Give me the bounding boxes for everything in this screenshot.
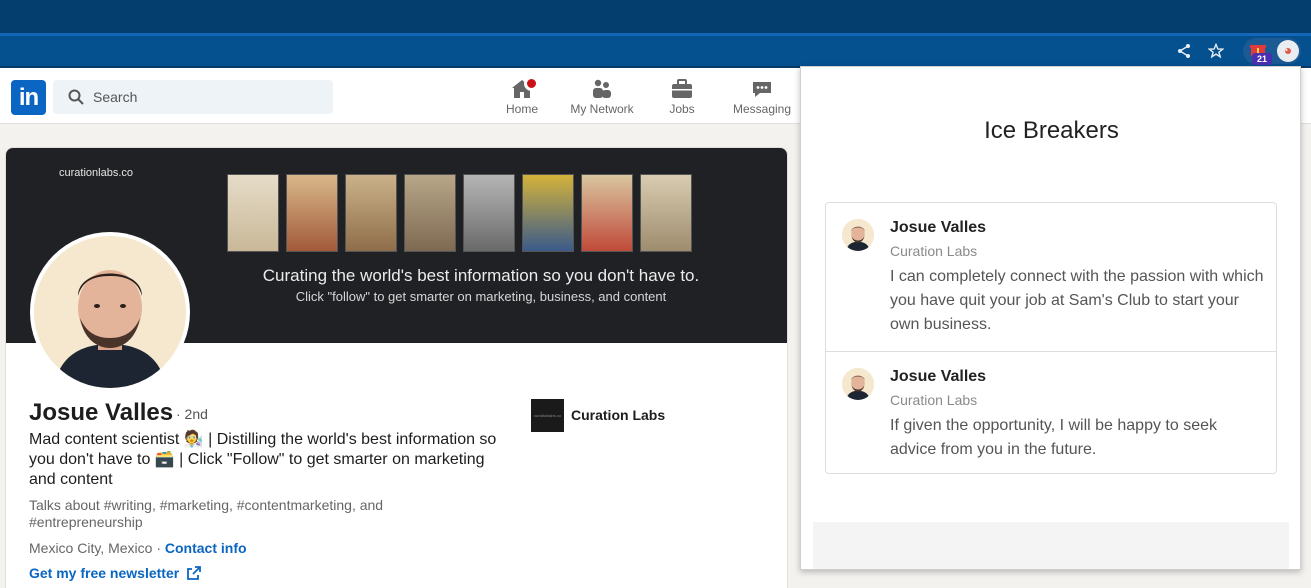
browser-tab-strip (0, 0, 1311, 33)
company-logo[interactable]: curationlabs.co (531, 399, 564, 432)
connection-degree: · 2nd (176, 406, 208, 422)
popup-title: Ice Breakers (984, 117, 1119, 144)
linkedin-logo[interactable]: in (11, 80, 46, 115)
talks-about: Talks about #writing, #marketing, #conte… (29, 497, 384, 530)
nav-label-jobs: Jobs (669, 102, 695, 116)
profile-location: Mexico City, Mexico · (29, 540, 161, 556)
newsletter-link[interactable]: Get my free newsletter (29, 565, 201, 581)
profile-headline: Mad content scientist 🧑‍🔬 | Distilling t… (29, 431, 497, 488)
ice-breakers-extension-icon[interactable] (1277, 40, 1299, 62)
banner-thumbnail (640, 174, 692, 252)
nav-jobs[interactable]: Jobs (642, 78, 722, 122)
banner-thumbnail (522, 174, 574, 252)
banner-thumbnail (581, 174, 633, 252)
network-icon (593, 79, 611, 98)
banner-thumbnail (286, 174, 338, 252)
ice-breaker-list: Josue Valles Curation Labs I can complet… (825, 202, 1277, 474)
banner-thumbnail (227, 174, 279, 252)
jobs-icon (672, 79, 692, 98)
breaker-avatar (842, 219, 874, 251)
search-icon (68, 89, 84, 105)
nav-my-network[interactable]: My Network (562, 78, 642, 122)
newsletter-label: Get my free newsletter (29, 565, 180, 581)
breaker-name: Josue Valles (890, 368, 987, 385)
ice-breakers-popup: Ice Breakers Josue Valles Curation Labs … (800, 66, 1301, 570)
profile-location-line: Mexico City, Mexico · Contact info (29, 540, 247, 556)
banner-thumbnail (404, 174, 456, 252)
breaker-avatar (842, 368, 874, 400)
browser-toolbar (0, 36, 1311, 66)
extension-badge: 21 (1252, 53, 1272, 65)
notification-dot (524, 76, 539, 91)
profile-name: Josue Valles (29, 399, 174, 426)
popup-footer (813, 522, 1289, 569)
breaker-company: Curation Labs (890, 243, 978, 259)
messaging-icon (753, 82, 771, 97)
nav-label-home: Home (505, 102, 538, 116)
banner-thumbnail (463, 174, 515, 252)
breaker-company: Curation Labs (890, 392, 978, 408)
share-icon[interactable] (1174, 41, 1194, 61)
company-name[interactable]: Curation Labs (571, 407, 665, 423)
nav-home[interactable]: Home (482, 78, 562, 122)
nav-messaging[interactable]: Messaging (722, 78, 802, 122)
search-bar[interactable] (53, 80, 333, 114)
ice-breaker-item[interactable]: Josue Valles Curation Labs If given the … (826, 351, 1276, 474)
breaker-message: If given the opportunity, I will be happ… (890, 417, 1218, 458)
profile-avatar[interactable] (30, 232, 190, 392)
profile-card: curationlabs.co Curating the world's bes… (5, 147, 788, 588)
profile-photo (34, 236, 186, 388)
banner-site-label: curationlabs.co (59, 167, 133, 179)
breaker-name: Josue Valles (890, 219, 987, 236)
banner-thumbnail (345, 174, 397, 252)
search-input[interactable] (93, 87, 323, 107)
ice-breaker-item[interactable]: Josue Valles Curation Labs I can complet… (826, 203, 1276, 351)
nav-label-my-network: My Network (570, 102, 634, 116)
breaker-message: I can completely connect with the passio… (890, 268, 1264, 333)
external-link-icon (187, 566, 201, 580)
nav-label-messaging: Messaging (732, 102, 792, 116)
bookmark-star-icon[interactable] (1206, 41, 1226, 61)
contact-info-link[interactable]: Contact info (165, 540, 247, 556)
